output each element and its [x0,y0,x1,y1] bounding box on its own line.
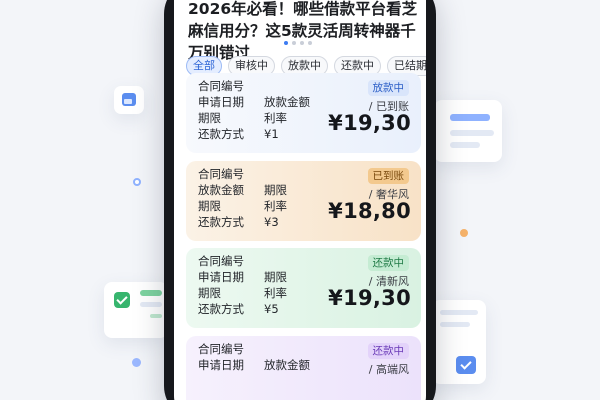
field-value: 利率 [264,286,287,300]
floating-image-card [114,86,144,114]
checkbox-icon [114,292,130,308]
field-label: 期限 [198,199,221,213]
floating-form-card [432,300,486,384]
image-icon [122,93,136,106]
field-label: 期限 [198,286,221,300]
field-label: 申请日期 [198,358,244,372]
field-value: 利率 [264,199,287,213]
field-value: ¥3 [264,215,279,229]
field-value: ¥1 [264,127,279,141]
field-label: 放款金额 [198,183,244,197]
field-value: 放款金额 [264,95,310,109]
article-title: 2026年必看！哪些借款平台看芝麻信用分？这5款灵活周转神器千万别错过 [188,0,418,62]
status-badge: 还款中 [367,343,409,359]
field-label: 合同编号 [198,254,244,268]
field-label: 还款方式 [198,127,244,141]
field-label: 合同编号 [198,79,244,93]
carousel-dot[interactable] [300,41,304,45]
field-label: 还款方式 [198,302,244,316]
field-label: 期限 [198,111,221,125]
field-value: ¥5 [264,302,279,316]
status-badge: 还款中 [367,255,409,271]
field-label: 申请日期 [198,270,244,284]
check-button-icon [456,356,476,374]
loan-card[interactable]: 合同编号 放款金额 期限 期限 利率 还款方式 ¥3 已到账 / 奢华风 ¥18,80 [186,161,421,241]
carousel-dot[interactable] [292,41,296,45]
field-label: 合同编号 [198,167,244,181]
loan-card[interactable]: 合同编号 申请日期 放款金额 期限 利率 还款方式 ¥1 放款中 / 已到账 ¥19,30 [186,73,421,153]
field-label: 还款方式 [198,215,244,229]
carousel-dot[interactable] [284,41,288,45]
field-label: 合同编号 [198,342,244,356]
decor-dot [133,178,141,186]
field-label: 申请日期 [198,95,244,109]
loan-amount: ¥18,80 [328,199,411,223]
carousel-dot[interactable] [308,41,312,45]
phone-frame: 2026年必看！哪些借款平台看芝麻信用分？这5款灵活周转神器千万别错过 全部 审核… [164,0,436,400]
field-value: 期限 [264,183,287,197]
carousel-indicator[interactable] [284,41,312,45]
loan-card[interactable]: 合同编号申请日期 放款金额 还款中 / 高端风 [186,336,421,400]
loan-amount: ¥19,30 [328,111,411,135]
field-value: 放款金额 [264,358,310,372]
field-value: 期限 [264,270,287,284]
field-value: 利率 [264,111,287,125]
loan-amount: ¥19,30 [328,286,411,310]
floating-text-card [434,100,502,162]
loan-card[interactable]: 合同编号 申请日期 期限 期限 利率 还款方式 ¥5 还款中 / 清新风 ¥19,30 [186,248,421,328]
status-badge: 放款中 [367,80,409,96]
floating-checklist-card [104,282,168,338]
phone-screen: 2026年必看！哪些借款平台看芝麻信用分？这5款灵活周转神器千万别错过 全部 审核… [174,0,426,400]
card-style-label: / 高端风 [368,363,409,376]
decor-dot [132,358,141,367]
decor-dot [460,229,468,237]
status-badge: 已到账 [367,168,409,184]
